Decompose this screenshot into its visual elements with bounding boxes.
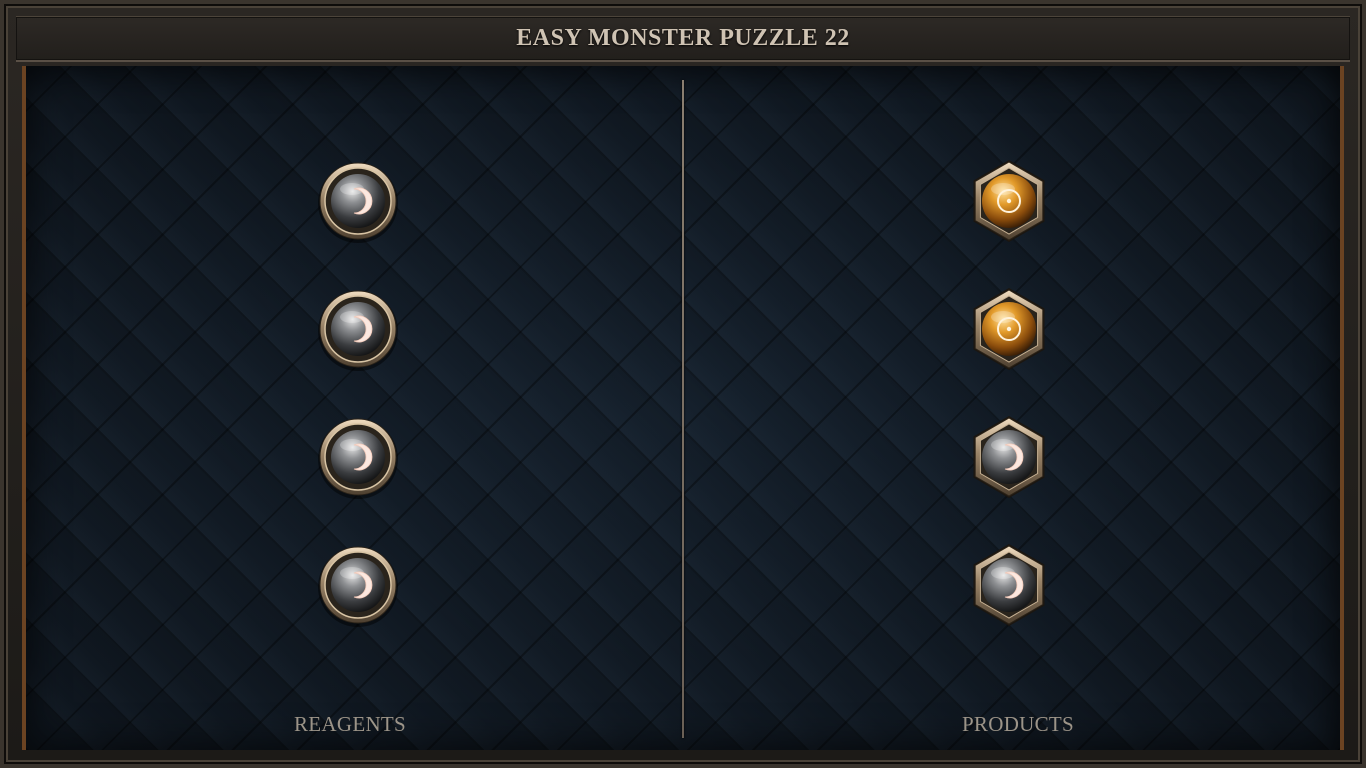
- products-label: PRODUCTS: [961, 712, 1075, 736]
- moon-rune-icon: [318, 546, 398, 627]
- sun-rune-icon: [973, 160, 1045, 242]
- reagents-label: REAGENTS: [293, 712, 407, 736]
- product-slot-1[interactable]: [967, 159, 1051, 243]
- reagent-slot-2[interactable]: [316, 287, 400, 371]
- reagent-slot-4[interactable]: [316, 543, 400, 627]
- title-bar: EASY MONSTER PUZZLE 22: [16, 16, 1350, 62]
- moon-rune-icon: [973, 416, 1045, 498]
- moon-rune-icon: [318, 418, 398, 499]
- moon-rune-icon: [318, 162, 398, 243]
- puzzle-title: EASY MONSTER PUZZLE 22: [516, 25, 850, 51]
- moon-rune-icon: [973, 544, 1045, 626]
- reagent-slot-1[interactable]: [316, 159, 400, 243]
- reagent-slot-3[interactable]: [316, 415, 400, 499]
- panel-divider: [682, 80, 684, 738]
- product-slot-4[interactable]: [967, 543, 1051, 627]
- product-slot-3[interactable]: [967, 415, 1051, 499]
- sun-rune-icon: [973, 288, 1045, 370]
- moon-rune-icon: [318, 290, 398, 371]
- product-slot-2[interactable]: [967, 287, 1051, 371]
